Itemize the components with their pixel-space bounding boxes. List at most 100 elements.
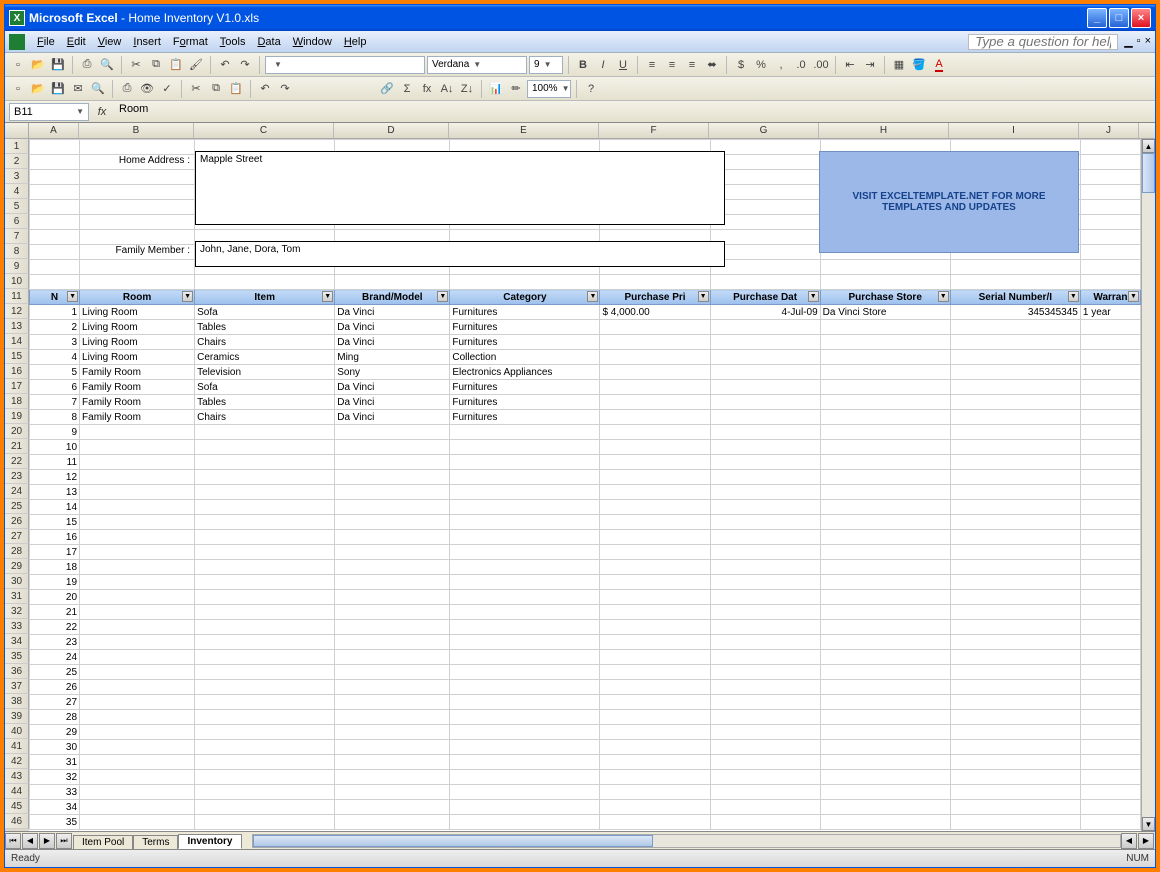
- hscroll-thumb[interactable]: [253, 835, 653, 847]
- row-header-12[interactable]: 12: [5, 304, 29, 319]
- home-addr-value[interactable]: Mapple Street: [195, 151, 725, 225]
- row-header-35[interactable]: 35: [5, 649, 29, 664]
- tab-inventory[interactable]: Inventory: [178, 834, 241, 849]
- table-row[interactable]: 4Living RoomCeramicsMingCollection: [30, 350, 1141, 365]
- copy-icon[interactable]: ⧉: [147, 56, 165, 74]
- table-row[interactable]: 19: [30, 575, 1141, 590]
- table-row[interactable]: 34: [30, 800, 1141, 815]
- row-header-26[interactable]: 26: [5, 514, 29, 529]
- filter-header-1[interactable]: Room▼: [80, 290, 195, 305]
- close-button[interactable]: ×: [1131, 8, 1151, 28]
- open-icon[interactable]: 📂: [29, 56, 47, 74]
- col-header-I[interactable]: I: [949, 123, 1079, 138]
- menu-tools[interactable]: Tools: [214, 34, 252, 50]
- doc-minimize-icon[interactable]: ▁: [1124, 35, 1132, 48]
- table-row[interactable]: 28: [30, 710, 1141, 725]
- filter-dropdown-icon[interactable]: ▼: [182, 291, 193, 302]
- row-header-38[interactable]: 38: [5, 694, 29, 709]
- font-select[interactable]: Verdana▼: [427, 56, 527, 74]
- menu-help[interactable]: Help: [338, 34, 373, 50]
- scroll-up-icon[interactable]: ▲: [1142, 139, 1155, 153]
- row-header-34[interactable]: 34: [5, 634, 29, 649]
- table-row[interactable]: 10: [30, 440, 1141, 455]
- hscroll-right-icon[interactable]: ▶: [1138, 833, 1154, 849]
- row-header-29[interactable]: 29: [5, 559, 29, 574]
- tb2-preview-icon[interactable]: 👁: [138, 80, 156, 98]
- table-row[interactable]: 31: [30, 755, 1141, 770]
- row-header-4[interactable]: 4: [5, 184, 29, 199]
- row-header-45[interactable]: 45: [5, 799, 29, 814]
- tab-prev-icon[interactable]: ◀: [22, 833, 38, 849]
- row-header-43[interactable]: 43: [5, 769, 29, 784]
- col-header-C[interactable]: C: [194, 123, 334, 138]
- row-header-1[interactable]: 1: [5, 139, 29, 154]
- tb2-new-icon[interactable]: ▫: [9, 80, 27, 98]
- redo-icon[interactable]: ↷: [236, 56, 254, 74]
- tb2-open-icon[interactable]: 📂: [29, 80, 47, 98]
- filter-dropdown-icon[interactable]: ▼: [322, 291, 333, 302]
- hscroll-left-icon[interactable]: ◀: [1121, 833, 1137, 849]
- row-header-40[interactable]: 40: [5, 724, 29, 739]
- menu-window[interactable]: Window: [287, 34, 338, 50]
- vertical-scrollbar[interactable]: ▲ ▼: [1141, 139, 1155, 831]
- paste-icon[interactable]: 📋: [167, 56, 185, 74]
- tab-item-pool[interactable]: Item Pool: [73, 835, 133, 849]
- table-row[interactable]: 24: [30, 650, 1141, 665]
- filter-header-0[interactable]: N▼: [30, 290, 80, 305]
- tb2-spell-icon[interactable]: ✓: [158, 80, 176, 98]
- merge-icon[interactable]: ⬌: [703, 56, 721, 74]
- filter-dropdown-icon[interactable]: ▼: [1128, 291, 1139, 302]
- bold-icon[interactable]: B: [574, 56, 592, 74]
- inc-decimal-icon[interactable]: .0: [792, 56, 810, 74]
- table-row[interactable]: 9: [30, 425, 1141, 440]
- row-header-42[interactable]: 42: [5, 754, 29, 769]
- chart-icon[interactable]: 📊: [487, 80, 505, 98]
- table-row[interactable]: 17: [30, 545, 1141, 560]
- sum-icon[interactable]: Σ: [398, 80, 416, 98]
- new-icon[interactable]: ▫: [9, 56, 27, 74]
- doc-close-icon[interactable]: ×: [1145, 35, 1151, 48]
- row-header-14[interactable]: 14: [5, 334, 29, 349]
- filter-header-5[interactable]: Purchase Pri▼: [600, 290, 710, 305]
- table-row[interactable]: 26: [30, 680, 1141, 695]
- table-row[interactable]: 7Family RoomTablesDa VinciFurnitures: [30, 395, 1141, 410]
- fx-icon[interactable]: fx: [95, 106, 109, 118]
- row-header-6[interactable]: 6: [5, 214, 29, 229]
- drawing-icon[interactable]: ✏: [507, 80, 525, 98]
- row-header-44[interactable]: 44: [5, 784, 29, 799]
- col-header-J[interactable]: J: [1079, 123, 1139, 138]
- filter-dropdown-icon[interactable]: ▼: [698, 291, 709, 302]
- painter-icon[interactable]: 🖌: [187, 56, 205, 74]
- col-header-D[interactable]: D: [334, 123, 449, 138]
- dec-decimal-icon[interactable]: .00: [812, 56, 830, 74]
- underline-icon[interactable]: U: [614, 56, 632, 74]
- row-header-11[interactable]: 11: [5, 289, 29, 304]
- table-row[interactable]: 23: [30, 635, 1141, 650]
- row-header-7[interactable]: 7: [5, 229, 29, 244]
- borders-icon[interactable]: ▦: [890, 56, 908, 74]
- tb2-redo-icon[interactable]: ↷: [276, 80, 294, 98]
- table-row[interactable]: 6Family RoomSofaDa VinciFurnitures: [30, 380, 1141, 395]
- cells-area[interactable]: N▼Room▼Item▼Brand/Model▼Category▼Purchas…: [29, 139, 1141, 831]
- table-row[interactable]: 2Living RoomTablesDa VinciFurnitures: [30, 320, 1141, 335]
- tb2-search-icon[interactable]: 🔍: [89, 80, 107, 98]
- row-header-27[interactable]: 27: [5, 529, 29, 544]
- menu-edit[interactable]: Edit: [61, 34, 92, 50]
- filter-header-7[interactable]: Purchase Store▼: [820, 290, 950, 305]
- row-header-32[interactable]: 32: [5, 604, 29, 619]
- row-header-19[interactable]: 19: [5, 409, 29, 424]
- filter-header-8[interactable]: Serial Number/I▼: [950, 290, 1080, 305]
- row-header-2[interactable]: 2: [5, 154, 29, 169]
- fontsize-select[interactable]: 9▼: [529, 56, 563, 74]
- name-box[interactable]: B11▼: [9, 103, 89, 121]
- row-header-8[interactable]: 8: [5, 244, 29, 259]
- font-color-icon[interactable]: A: [930, 56, 948, 74]
- fill-color-icon[interactable]: 🪣: [910, 56, 928, 74]
- col-header-F[interactable]: F: [599, 123, 709, 138]
- row-header-41[interactable]: 41: [5, 739, 29, 754]
- table-row[interactable]: 3Living RoomChairsDa VinciFurnitures: [30, 335, 1141, 350]
- table-row[interactable]: 29: [30, 725, 1141, 740]
- select-all-corner[interactable]: [5, 123, 29, 138]
- style-select[interactable]: ▼: [265, 56, 425, 74]
- family-value[interactable]: John, Jane, Dora, Tom: [195, 241, 725, 267]
